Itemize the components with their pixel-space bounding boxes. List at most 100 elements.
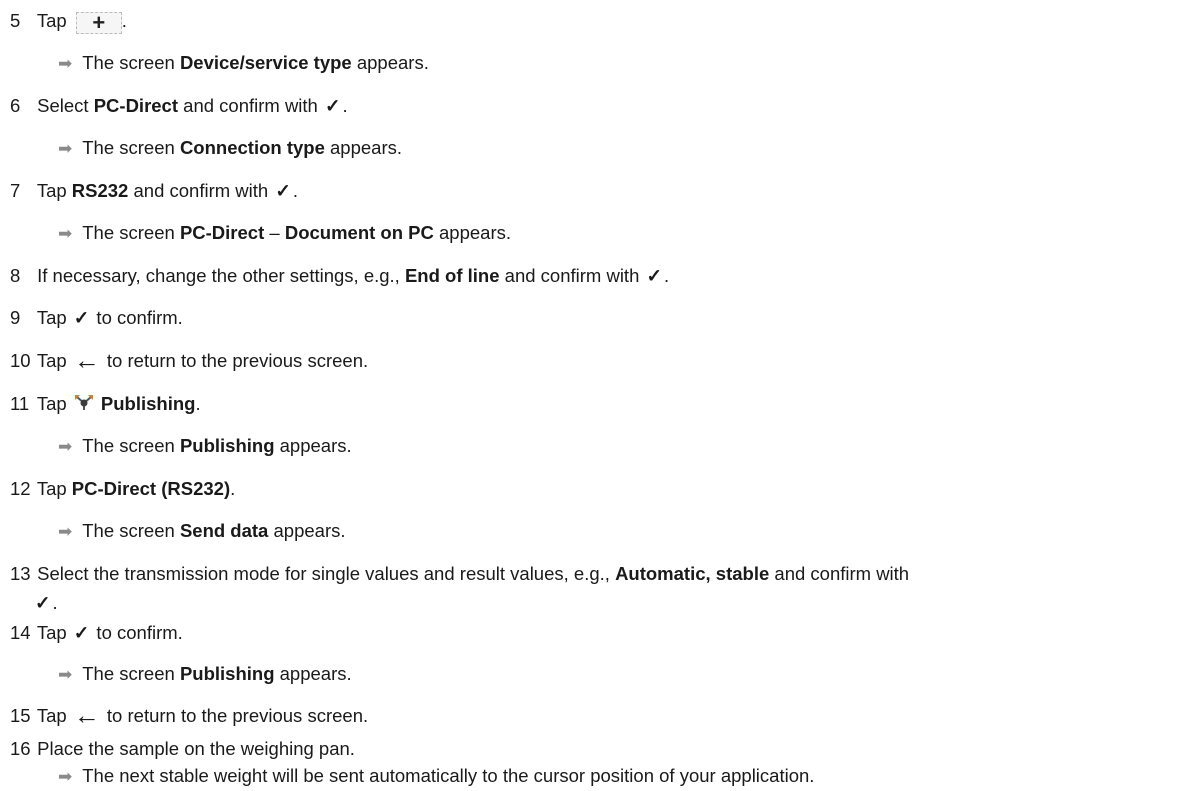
step-text-end: . (292, 180, 298, 201)
result-arrow-icon: ➡ (58, 522, 73, 541)
back-arrow-icon: ← (73, 345, 100, 375)
menu-name: Publishing (100, 393, 196, 414)
result-arrow-icon: ➡ (58, 139, 73, 158)
step-text-end: to return to the previous screen. (101, 350, 369, 371)
checkmark-icon: ✓ (646, 265, 663, 286)
step-text: Place the sample on the weighing pan. (37, 738, 355, 759)
step-text: Tap (36, 393, 67, 414)
step-7: 7 Tap RS232 and confirm with ✓. (10, 180, 298, 202)
step-number: 10 (10, 350, 31, 371)
result-text-end: appears. (274, 435, 352, 456)
step-14: 14 Tap ✓ to confirm. (10, 622, 183, 644)
back-arrow-icon: ← (73, 700, 100, 730)
result-arrow-icon: ➡ (58, 437, 73, 456)
result-14: ➡ The screen Publishing appears. (58, 663, 352, 685)
result-text-end: appears. (324, 137, 402, 158)
step-11: 11 Tap Publishing. (10, 393, 201, 415)
step-text: Tap (36, 705, 67, 726)
checkmark-icon: ✓ (35, 592, 51, 613)
step-text: Tap (36, 307, 67, 328)
result-text: The screen (82, 663, 180, 684)
step-text-mid: and confirm with (128, 180, 269, 201)
result-11: ➡ The screen Publishing appears. (58, 435, 352, 457)
result-text: The screen (82, 222, 180, 243)
option-name: RS232 (71, 180, 129, 201)
screen-name: Publishing (179, 663, 275, 684)
step-text: Tap (36, 350, 67, 371)
result-text: The screen (82, 435, 180, 456)
step-number: 11 (10, 393, 30, 414)
result-arrow-icon: ➡ (58, 767, 73, 786)
step-text-end: . (664, 265, 670, 286)
result-arrow-icon: ➡ (58, 54, 73, 73)
instruction-page: { "steps": [ {"num": "5", "pre": "Tap", … (0, 0, 1180, 791)
checkmark-icon: ✓ (73, 622, 90, 643)
result-12: ➡ The screen Send data appears. (58, 520, 346, 542)
step-13: 13 Select the transmission mode for sing… (10, 563, 909, 585)
step-text: Select the transmission mode for single … (37, 563, 616, 584)
setting-name: End of line (404, 265, 500, 286)
result-6: ➡ The screen Connection type appears. (58, 137, 402, 159)
option-name: PC-Direct (RS232) (71, 478, 231, 499)
step-text: Select (37, 95, 94, 116)
step-12: 12 Tap PC-Direct (RS232). (10, 478, 235, 500)
screen-name: Publishing (179, 435, 275, 456)
mode-name: Automatic, stable (615, 563, 770, 584)
result-text-end: appears. (351, 52, 429, 73)
step-number: 8 (10, 265, 21, 286)
step-10: 10 Tap ← to return to the previous scree… (10, 347, 369, 373)
step-text-end: . (52, 592, 58, 613)
result-text-end: appears. (433, 222, 511, 243)
step-number: 12 (10, 478, 31, 499)
result-arrow-icon: ➡ (58, 665, 73, 684)
result-dash: – (264, 222, 285, 243)
screen-name: PC-Direct (179, 222, 265, 243)
screen-name-2: Document on PC (284, 222, 434, 243)
step-number: 9 (10, 307, 21, 328)
step-text-mid: and confirm with (499, 265, 640, 286)
step-text: Tap (36, 180, 72, 201)
step-number: 7 (10, 180, 21, 201)
step-number: 5 (10, 10, 21, 31)
result-text: The next stable weight will be sent auto… (82, 765, 815, 786)
step-text-end: . (121, 10, 127, 31)
result-arrow-icon: ➡ (58, 224, 73, 243)
step-13-continued: ✓. (33, 592, 58, 614)
step-text-end: . (342, 95, 348, 116)
step-text-end: to confirm. (91, 307, 183, 328)
step-8: 8 If necessary, change the other setting… (10, 265, 669, 287)
plus-button-icon: + (75, 12, 122, 34)
step-number: 15 (10, 705, 31, 726)
result-text: The screen (82, 137, 180, 158)
step-text: If necessary, change the other settings,… (37, 265, 405, 286)
result-16: ➡ The next stable weight will be sent aut… (58, 765, 814, 787)
step-number: 13 (10, 563, 31, 584)
step-number: 16 (10, 738, 31, 759)
step-number: 6 (10, 95, 21, 116)
checkmark-icon: ✓ (325, 95, 341, 116)
step-9: 9 Tap ✓ to confirm. (10, 307, 183, 329)
step-6: 6 Select PC-Direct and confirm with ✓. (10, 95, 348, 117)
step-text-end: . (195, 393, 201, 414)
checkmark-icon: ✓ (73, 307, 90, 328)
step-15: 15 Tap ← to return to the previous scree… (10, 702, 369, 728)
result-7: ➡ The screen PC-Direct – Document on PC a… (58, 222, 511, 244)
screen-name: Send data (179, 520, 269, 541)
result-5: ➡ The screen Device/service type appears. (58, 52, 429, 74)
publishing-icon (74, 394, 94, 412)
screen-name: Device/service type (179, 52, 352, 73)
result-text: The screen (82, 520, 180, 541)
step-text: Tap (36, 622, 67, 643)
option-name: PC-Direct (93, 95, 179, 116)
step-text-mid: and confirm with (178, 95, 318, 116)
step-5: 5 Tap +. (10, 10, 127, 34)
step-16: 16 Place the sample on the weighing pan. (10, 738, 355, 760)
step-number: 14 (10, 622, 31, 643)
checkmark-icon: ✓ (275, 180, 291, 201)
result-text: The screen (82, 52, 180, 73)
step-text-end: to return to the previous screen. (101, 705, 369, 726)
screen-name: Connection type (179, 137, 325, 158)
step-text-end: to confirm. (91, 622, 183, 643)
result-text-end: appears. (268, 520, 346, 541)
step-text-mid: and confirm with (769, 563, 910, 584)
